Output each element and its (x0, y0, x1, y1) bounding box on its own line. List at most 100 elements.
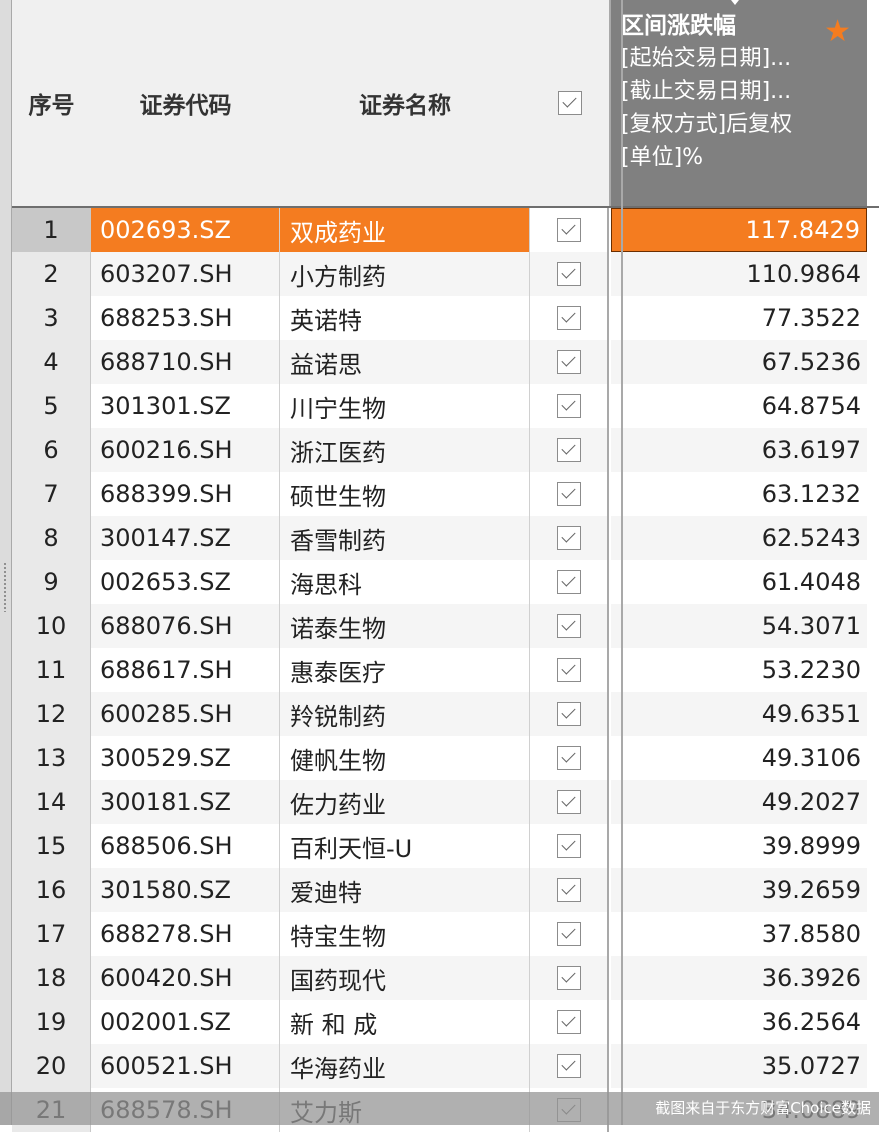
row-resize-edge[interactable] (0, 0, 12, 1125)
row-checkbox[interactable] (556, 1054, 581, 1078)
row-checkbox[interactable] (556, 394, 581, 418)
row-checkbox[interactable] (556, 790, 581, 814)
row-checkbox-cell[interactable] (530, 340, 609, 384)
security-name-cell[interactable]: 新 和 成 (280, 1000, 530, 1044)
table-row[interactable]: 15 688506.SH 百利天恒-U 39.8999 (12, 824, 879, 868)
interval-change-cell[interactable]: 62.5243 (611, 516, 867, 560)
header-security-name[interactable]: 证券名称 (280, 0, 531, 206)
security-code-cell[interactable]: 600521.SH (91, 1044, 280, 1088)
row-checkbox[interactable] (556, 834, 581, 858)
sort-caret-icon[interactable] (731, 0, 739, 5)
interval-change-cell[interactable]: 49.2027 (611, 780, 867, 824)
security-name-cell[interactable]: 健帆生物 (280, 736, 530, 780)
row-checkbox[interactable] (556, 1010, 581, 1034)
interval-change-cell[interactable]: 49.3106 (611, 736, 867, 780)
row-checkbox[interactable] (556, 262, 581, 286)
security-name-cell[interactable]: 双成药业 (280, 208, 530, 252)
drag-grip-icon[interactable] (3, 562, 7, 612)
interval-change-cell[interactable]: 61.4048 (611, 560, 867, 604)
row-checkbox-cell[interactable] (530, 648, 609, 692)
security-name-cell[interactable]: 香雪制药 (280, 516, 530, 560)
table-row[interactable]: 18 600420.SH 国药现代 36.3926 (12, 956, 879, 1000)
security-code-cell[interactable]: 688076.SH (91, 604, 280, 648)
table-row[interactable]: 20 600521.SH 华海药业 35.0727 (12, 1044, 879, 1088)
interval-change-cell[interactable]: 110.9864 (611, 252, 867, 296)
row-checkbox[interactable] (556, 526, 581, 550)
table-row[interactable]: 14 300181.SZ 佐力药业 49.2027 (12, 780, 879, 824)
table-row[interactable]: 19 002001.SZ 新 和 成 36.2564 (12, 1000, 879, 1044)
security-code-cell[interactable]: 688617.SH (91, 648, 280, 692)
security-name-cell[interactable]: 硕世生物 (280, 472, 530, 516)
security-name-cell[interactable]: 佐力药业 (280, 780, 530, 824)
row-checkbox[interactable] (556, 878, 581, 902)
row-checkbox[interactable] (556, 702, 581, 726)
row-checkbox-cell[interactable] (530, 1000, 609, 1044)
security-name-cell[interactable]: 特宝生物 (280, 912, 530, 956)
security-name-cell[interactable]: 华海药业 (280, 1044, 530, 1088)
table-row[interactable]: 9 002653.SZ 海思科 61.4048 (12, 560, 879, 604)
interval-change-cell[interactable]: 64.8754 (611, 384, 867, 428)
interval-change-cell[interactable]: 63.6197 (611, 428, 867, 472)
row-checkbox-cell[interactable] (530, 472, 609, 516)
header-index[interactable]: 序号 (12, 0, 92, 206)
interval-change-cell[interactable]: 35.0727 (611, 1044, 867, 1088)
row-checkbox-cell[interactable] (530, 912, 609, 956)
interval-change-cell[interactable]: 36.3926 (611, 956, 867, 1000)
row-checkbox-cell[interactable] (530, 252, 609, 296)
row-checkbox-cell[interactable] (530, 824, 609, 868)
interval-change-cell[interactable]: 37.8580 (611, 912, 867, 956)
row-checkbox-cell[interactable] (530, 208, 609, 252)
table-row[interactable]: 2 603207.SH 小方制药 110.9864 (12, 252, 879, 296)
row-checkbox-cell[interactable] (530, 868, 609, 912)
security-name-cell[interactable]: 益诺思 (280, 340, 530, 384)
table-row[interactable]: 10 688076.SH 诺泰生物 54.3071 (12, 604, 879, 648)
row-checkbox[interactable] (556, 482, 581, 506)
security-name-cell[interactable]: 诺泰生物 (280, 604, 530, 648)
security-name-cell[interactable]: 海思科 (280, 560, 530, 604)
table-row[interactable]: 3 688253.SH 英诺特 77.3522 (12, 296, 879, 340)
select-all-checkbox[interactable] (557, 91, 582, 115)
security-code-cell[interactable]: 300529.SZ (91, 736, 280, 780)
table-row[interactable]: 4 688710.SH 益诺思 67.5236 (12, 340, 879, 384)
table-row[interactable]: 13 300529.SZ 健帆生物 49.3106 (12, 736, 879, 780)
row-checkbox-cell[interactable] (530, 780, 609, 824)
column-divider[interactable] (621, 0, 623, 1125)
security-code-cell[interactable]: 600420.SH (91, 956, 280, 1000)
row-checkbox-cell[interactable] (530, 428, 609, 472)
row-checkbox-cell[interactable] (530, 1044, 609, 1088)
security-code-cell[interactable]: 688278.SH (91, 912, 280, 956)
security-name-cell[interactable]: 小方制药 (280, 252, 530, 296)
row-checkbox-cell[interactable] (530, 560, 609, 604)
table-row[interactable]: 17 688278.SH 特宝生物 37.8580 (12, 912, 879, 956)
security-code-cell[interactable]: 300147.SZ (91, 516, 280, 560)
security-name-cell[interactable]: 浙江医药 (280, 428, 530, 472)
table-row[interactable]: 5 301301.SZ 川宁生物 64.8754 (12, 384, 879, 428)
security-code-cell[interactable]: 301301.SZ (91, 384, 280, 428)
header-select-all[interactable] (530, 0, 611, 206)
interval-change-cell[interactable]: 36.2564 (611, 1000, 867, 1044)
interval-change-cell[interactable]: 39.8999 (611, 824, 867, 868)
security-code-cell[interactable]: 300181.SZ (91, 780, 280, 824)
security-name-cell[interactable]: 惠泰医疗 (280, 648, 530, 692)
row-checkbox[interactable] (556, 306, 581, 330)
table-row[interactable]: 12 600285.SH 羚锐制药 49.6351 (12, 692, 879, 736)
security-code-cell[interactable]: 002693.SZ (91, 208, 280, 252)
row-checkbox-cell[interactable] (530, 296, 609, 340)
table-row[interactable]: 6 600216.SH 浙江医药 63.6197 (12, 428, 879, 472)
security-code-cell[interactable]: 603207.SH (91, 252, 280, 296)
security-code-cell[interactable]: 688506.SH (91, 824, 280, 868)
security-name-cell[interactable]: 百利天恒-U (280, 824, 530, 868)
header-interval-change[interactable]: 区间涨跌幅 [起始交易日期]... [截止交易日期]... [复权方式]后复权 … (611, 0, 867, 206)
security-code-cell[interactable]: 002001.SZ (91, 1000, 280, 1044)
security-code-cell[interactable]: 600216.SH (91, 428, 280, 472)
row-checkbox[interactable] (556, 746, 581, 770)
row-checkbox[interactable] (556, 614, 581, 638)
row-checkbox-cell[interactable] (530, 384, 609, 428)
security-code-cell[interactable]: 600285.SH (91, 692, 280, 736)
security-name-cell[interactable]: 英诺特 (280, 296, 530, 340)
row-checkbox[interactable] (556, 438, 581, 462)
security-code-cell[interactable]: 688710.SH (91, 340, 280, 384)
interval-change-cell[interactable]: 39.2659 (611, 868, 867, 912)
table-row[interactable]: 1 002693.SZ 双成药业 117.8429 (12, 208, 879, 252)
row-checkbox[interactable] (556, 218, 581, 242)
